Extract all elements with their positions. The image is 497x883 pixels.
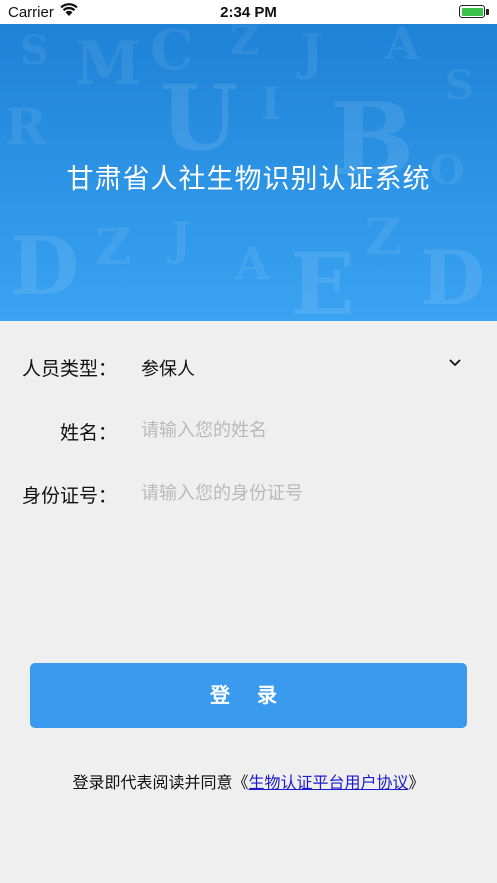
wifi-icon — [60, 3, 78, 16]
svg-text:U: U — [160, 65, 239, 171]
name-row: 姓名： — [0, 410, 497, 450]
id-number-label: 身份证号： — [21, 485, 117, 507]
svg-text:D: D — [10, 219, 79, 313]
svg-text:D: D — [420, 234, 485, 321]
agreement-suffix: 》 — [408, 773, 425, 792]
svg-text:S: S — [20, 27, 49, 74]
svg-text:Z: Z — [230, 24, 259, 64]
id-number-row: 身份证号： — [0, 473, 497, 513]
header-banner: S M C Z J A S U I B R O D Z J A E Z D 甘肃 — [0, 24, 497, 321]
battery-tip — [486, 9, 489, 15]
svg-text:E: E — [290, 235, 355, 321]
person-type-row[interactable]: 人员类型： 参保人 — [0, 346, 497, 386]
svg-text:J: J — [166, 212, 191, 265]
app-title: 甘肃省人社生物识别认证系统 — [66, 164, 431, 195]
person-type-label: 人员类型： — [21, 358, 117, 380]
name-label: 姓名： — [59, 422, 117, 444]
svg-text:R: R — [5, 97, 47, 156]
svg-text:J: J — [296, 24, 324, 81]
agreement-text: 登录即代表阅读并同意《生物认证平台用户协议》 — [0, 769, 497, 793]
login-button[interactable]: 登 录 — [30, 663, 467, 728]
battery-fill — [461, 7, 483, 16]
carrier-label: Carrier — [8, 4, 54, 21]
status-bar: Carrier 2:34 PM — [0, 0, 497, 24]
svg-text:A: A — [384, 24, 421, 70]
person-type-select[interactable]: 参保人 — [141, 355, 195, 381]
svg-text:S: S — [445, 62, 474, 109]
svg-text:M: M — [75, 29, 141, 99]
id-number-input[interactable] — [141, 477, 461, 509]
svg-text:A: A — [234, 237, 271, 290]
app-screen: Carrier 2:34 PM S M C Z J A S U I B R O … — [0, 0, 497, 883]
svg-text:Z: Z — [95, 217, 132, 276]
agreement-prefix: 登录即代表阅读并同意《 — [72, 773, 249, 792]
battery-icon — [459, 5, 485, 18]
svg-text:Z: Z — [365, 207, 402, 266]
user-agreement-link[interactable]: 生物认证平台用户协议 — [248, 773, 408, 792]
svg-text:I: I — [260, 77, 281, 130]
chevron-down-icon[interactable] — [449, 359, 461, 367]
name-input[interactable] — [141, 414, 461, 446]
